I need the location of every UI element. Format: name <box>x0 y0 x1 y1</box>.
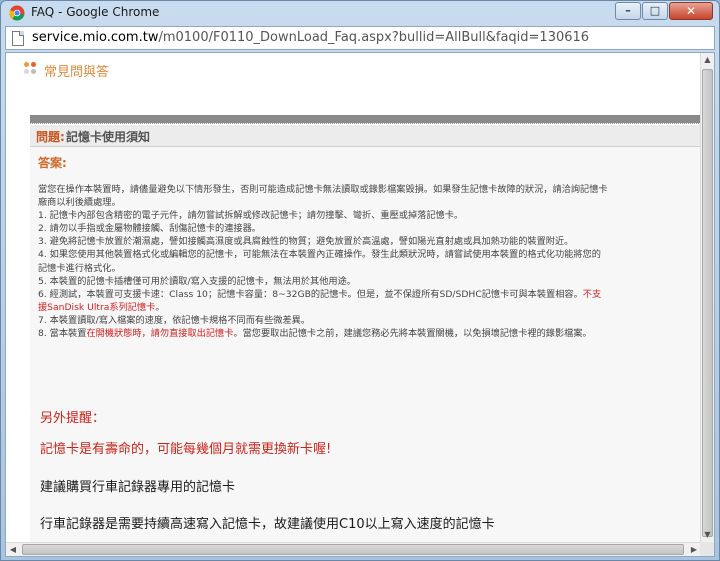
maximize-button[interactable]: □ <box>642 2 668 20</box>
scroll-down-icon[interactable]: ▼ <box>701 528 714 542</box>
answer-intro: 當您在操作本裝置時，請儘量避免以下情形發生，否則可能造成記憶卡無法讀取或錄影檔案… <box>38 184 608 209</box>
chrome-icon <box>9 5 25 21</box>
minimize-button[interactable]: – <box>615 2 641 20</box>
horizontal-scrollbar[interactable]: ◀ ▶ <box>6 542 701 556</box>
reminder-title: 另外提醒： <box>40 411 106 426</box>
scroll-left-icon[interactable]: ◀ <box>6 543 20 556</box>
item8-text: 8. 當本裝置 <box>38 328 87 340</box>
answer-item: 2. 請勿以手指或金屬物體接觸、刮傷記憶卡的連接器。 <box>38 223 261 235</box>
item8-end: 。當您要取出記憶卡之前，建議您務必先將本裝置關機，以免損壞記憶卡裡的錄影檔案。 <box>233 328 592 340</box>
page-icon <box>12 31 24 46</box>
answer-item: 3. 避免將記憶卡放置於潮濕處，譬如接觸高濕度或具腐蝕性的物質；避免放置於高溫處… <box>38 236 574 248</box>
horizontal-scroll-thumb[interactable] <box>22 544 684 555</box>
answer-item: 5. 本裝置的記憶卡插槽僅可用於讀取/寫入支援的記憶卡，無法用於其他用途。 <box>38 275 356 287</box>
suggestion-2: 行車記錄器是需要持續高速寫入記憶卡，故建議使用C10以上寫入速度的記憶卡 <box>40 517 495 532</box>
address-bar[interactable]: service.mio.com.tw/m0100/F0110_DownLoad_… <box>5 26 715 50</box>
vertical-scrollbar[interactable]: ▲ ▼ <box>700 53 714 542</box>
scroll-right-icon[interactable]: ▶ <box>687 543 701 556</box>
answer-item-8: 8. 當本裝置在開機狀態時，請勿直接取出記憶卡。當您要取出記憶卡之前，建議您務必… <box>38 327 608 340</box>
answer-item: 4. 如果您使用其他裝置格式化或編輯您的記憶卡，可能無法在本裝置內正確操作。發生… <box>38 249 601 274</box>
scroll-up-icon[interactable]: ▲ <box>701 53 714 67</box>
faq-logo-icon <box>24 62 38 76</box>
item6-text: 6. 經測試，本裝置可支援卡速：Class 10；記憶卡容量：8~32GB的記憶… <box>38 288 583 300</box>
scrollbar-corner <box>700 542 714 556</box>
page-content: 常見問與答 問題: 記憶卡使用須知 答案: 當您在操作本裝置時，請儘量避免以下情… <box>6 53 701 542</box>
suggestion-1: 建議購買行車記錄器專用的記憶卡 <box>40 480 236 495</box>
item8-warning: 在開機狀態時，請勿直接取出記憶卡 <box>86 328 234 340</box>
page-heading: 常見問與答 <box>44 65 110 80</box>
close-button[interactable]: ✕ <box>669 2 713 20</box>
vertical-scroll-thumb[interactable] <box>702 69 713 537</box>
url-host: service.mio.com.tw <box>32 30 159 45</box>
maximize-icon: □ <box>649 4 661 17</box>
url-text[interactable]: service.mio.com.tw/m0100/F0110_DownLoad_… <box>32 30 589 45</box>
answer-item: 7. 本裝置讀取/寫入檔案的速度，依記憶卡規格不同而有些微差異。 <box>38 314 311 326</box>
minimize-icon: – <box>625 4 631 17</box>
window-controls: – □ ✕ <box>614 2 713 20</box>
question-title: 記憶卡使用須知 <box>66 130 151 144</box>
question-label: 問題: <box>36 130 65 144</box>
answer-item-6: 6. 經測試，本裝置可支援卡速：Class 10；記憶卡容量：8~32GB的記憶… <box>38 288 608 314</box>
browser-window: FAQ - Google Chrome – □ ✕ service.mio.co… <box>0 0 720 561</box>
page-viewport: 常見問與答 問題: 記憶卡使用須知 答案: 當您在操作本裝置時，請儘量避免以下情… <box>5 52 715 557</box>
answer-item: 1. 記憶卡內部包含精密的電子元件，請勿嘗試拆解或修改記憶卡；請勿撞擊、彎折、重… <box>38 210 464 222</box>
close-icon: ✕ <box>685 4 697 18</box>
question-header: 問題: 記憶卡使用須知 <box>30 125 701 147</box>
url-path: /m0100/F0110_DownLoad_Faq.aspx?bullid=Al… <box>158 30 590 45</box>
answer-label: 答案: <box>38 156 67 170</box>
section-divider <box>30 115 701 123</box>
answer-section: 答案: 當您在操作本裝置時，請儘量避免以下情形發生，否則可能造成記憶卡無法讀取或… <box>30 147 701 542</box>
answer-body: 當您在操作本裝置時，請儘量避免以下情形發生，否則可能造成記憶卡無法讀取或錄影檔案… <box>38 183 608 340</box>
title-bar[interactable]: FAQ - Google Chrome – □ ✕ <box>1 1 719 25</box>
window-title: FAQ - Google Chrome <box>31 5 160 19</box>
item6-end: 。 <box>155 301 165 313</box>
reminder-text: 記憶卡是有壽命的，可能每幾個月就需更換新卡喔! <box>40 442 332 457</box>
